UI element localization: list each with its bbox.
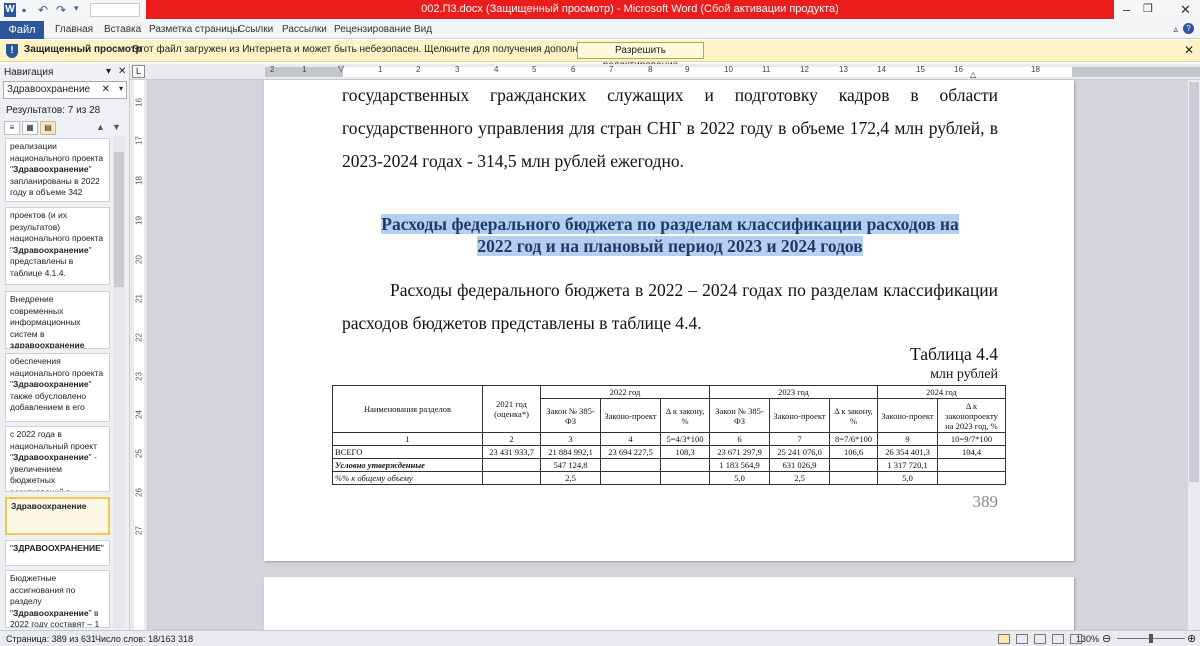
tab-view[interactable]: Вид (414, 21, 432, 39)
customize-qa-icon[interactable]: ▾ (74, 3, 79, 14)
table-header: Δ к закону, % (829, 398, 878, 433)
protected-title: Защищенный просмотр (24, 44, 142, 55)
window-title: 002.П3.docx (Защищенный просмотр) - Micr… (146, 0, 1114, 19)
help-icon[interactable]: ? (1183, 23, 1194, 34)
qa-field[interactable] (90, 3, 140, 17)
first-line-indent-marker[interactable]: ▽ (338, 64, 344, 73)
restore-icon[interactable]: ❐ (1143, 2, 1153, 15)
table-header: Закон № 385-ФЗ (540, 398, 601, 433)
nav-scrollbar[interactable] (113, 136, 125, 628)
next-result-icon[interactable]: ▼ (112, 122, 121, 132)
result-card[interactable]: Бюджетные ассигнования по разделу "Здрав… (5, 570, 110, 628)
table-header: Δ к закону, % (660, 398, 710, 433)
table-header: 2021 год (оценка*) (482, 385, 541, 433)
nav-header: Навигация (4, 67, 54, 78)
word-count[interactable]: Число слов: 18/163 318 (95, 634, 193, 644)
pages-view-icon[interactable]: ▦ (22, 121, 38, 135)
web-layout-icon[interactable] (1034, 634, 1046, 644)
table-header: 2024 год (877, 385, 1006, 399)
table-header: 2022 год (540, 385, 710, 399)
document-area[interactable]: государственных гражданских служащих и п… (148, 80, 1188, 637)
tab-insert[interactable]: Вставка (104, 21, 141, 39)
headings-view-icon[interactable]: ≡ (4, 121, 20, 135)
paragraph[interactable]: государственных гражданских служащих и п… (342, 79, 998, 178)
collapse-ribbon-icon[interactable]: ▵ (1173, 24, 1178, 35)
page-counter[interactable]: Страница: 389 из 631 (6, 634, 96, 644)
table-header: Закон № 385-ФЗ (709, 398, 770, 433)
close-icon[interactable]: ✕ (1184, 43, 1194, 57)
minimize-icon[interactable]: – (1123, 2, 1130, 17)
document-scrollbar[interactable] (1188, 80, 1200, 630)
zoom-in-icon[interactable]: ⊕ (1187, 632, 1196, 645)
budget-table[interactable]: Наименования разделов 2021 год (оценка*)… (332, 385, 1006, 485)
table-header: Законо-проект (769, 398, 830, 433)
table-header: Законо-проект (600, 398, 661, 433)
outline-view-icon[interactable] (1052, 634, 1064, 644)
search-dropdown-icon[interactable]: ▾ (119, 84, 123, 93)
section-heading[interactable]: Расходы федерального бюджета по разделам… (342, 213, 998, 257)
result-card-selected[interactable]: Здравоохранение (5, 497, 110, 535)
table-header: Наименования разделов (332, 385, 483, 433)
nav-menu-icon[interactable]: ▾ (106, 66, 111, 77)
table-index-row: 1 2 3 4 5=4/3*100 6 7 8=7/6*100 9 10=9/7*100 (332, 432, 1006, 446)
table-caption: Таблица 4.4 (910, 344, 998, 364)
tab-review[interactable]: Рецензирование (334, 21, 411, 39)
undo-icon[interactable]: ↶ (38, 3, 48, 17)
result-card[interactable]: реализации национального проекта "Здраво… (5, 138, 110, 202)
result-card[interactable]: "ЗДРАВООХРАНЕНИЕ" (5, 540, 110, 566)
full-screen-reading-icon[interactable] (1016, 634, 1028, 644)
result-card[interactable]: обеспечения национального проекта "Здрав… (5, 353, 110, 422)
print-layout-icon[interactable] (998, 634, 1010, 644)
vertical-ruler[interactable]: 16 17 18 19 20 21 22 23 24 25 26 27 (130, 80, 148, 630)
table-header: Δ к законопроекту на 2023 год, % (937, 398, 1006, 433)
protected-view-bar: ! Защищенный просмотр Этот файл загружен… (0, 40, 1200, 71)
zoom-level[interactable]: 130% (1076, 634, 1099, 644)
page-number: 389 (972, 492, 999, 511)
nav-view-tabs: ≡ ▦ ▤ (4, 119, 58, 137)
ribbon-tabs: Файл Главная Вставка Разметка страницы С… (0, 21, 1200, 39)
tab-references[interactable]: Ссылки (238, 21, 273, 39)
result-card[interactable]: проектов (и их результатов) национальног… (5, 207, 110, 285)
right-indent-marker[interactable]: △ (970, 70, 976, 79)
tab-page-layout[interactable]: Разметка страницы (149, 21, 240, 39)
nav-scroll-thumb[interactable] (114, 152, 124, 287)
tab-home[interactable]: Главная (55, 21, 93, 39)
table-header: Законо-проект (877, 398, 938, 433)
shield-icon: ! (6, 44, 18, 58)
document-page-next[interactable] (264, 577, 1074, 637)
tab-mailings[interactable]: Рассылки (282, 21, 327, 39)
table-header: 2023 год (709, 385, 878, 399)
document-scroll-thumb[interactable] (1189, 82, 1199, 482)
zoom-slider-thumb[interactable] (1149, 634, 1153, 643)
result-card[interactable]: Внедрение современных информационных сис… (5, 291, 110, 349)
word-icon[interactable]: W (4, 3, 16, 17)
search-results-count: Результатов: 7 из 28 (6, 105, 101, 116)
table-row: ВСЕГО 23 431 933,7 21 884 992,1 23 694 227,… (332, 445, 1006, 459)
enable-editing-button[interactable]: Разрешить редактирование (577, 42, 704, 71)
tab-stop-selector-icon[interactable]: L (132, 65, 145, 78)
zoom-out-icon[interactable]: ⊖ (1102, 632, 1111, 645)
tab-file[interactable]: Файл (0, 21, 44, 39)
result-card[interactable]: с 2022 года в национальный проект "Здрав… (5, 426, 110, 492)
table-row: %% к общему объему 2,5 5,0 2,5 5,0 (332, 471, 1006, 485)
status-bar: Страница: 389 из 631 Число слов: 18/163 … (0, 630, 1200, 646)
redo-icon[interactable]: ↷ (56, 3, 66, 17)
table-unit: млн рублей (930, 367, 998, 382)
title-bar: W ▪ ↶ ↷ ▾ 002.П3.docx (Защищенный просмо… (0, 0, 1200, 21)
clear-search-icon[interactable]: ✕ (102, 84, 110, 95)
navigation-pane: Навигация ▾ ✕ Здравоохранение ✕ ▾ Резуль… (0, 64, 130, 630)
nav-search-value: Здравоохранение (7, 84, 91, 95)
nav-search-input[interactable]: Здравоохранение ✕ ▾ (3, 81, 127, 99)
close-icon[interactable]: ✕ (1180, 2, 1191, 18)
results-view-icon[interactable]: ▤ (40, 121, 56, 135)
table-row: Условно утвержденные 547 124,8 1 183 564,9… (332, 458, 1006, 472)
prev-result-icon[interactable]: ▲ (96, 122, 105, 132)
document-page[interactable]: государственных гражданских служащих и п… (264, 80, 1074, 561)
nav-close-icon[interactable]: ✕ (118, 66, 126, 77)
horizontal-ruler[interactable]: L 2 1 1 2 3 4 5 6 7 8 9 10 11 12 13 14 1… (130, 64, 1200, 80)
paragraph[interactable]: Расходы федерального бюджета в 2022 – 20… (342, 274, 998, 340)
save-icon[interactable]: ▪ (22, 3, 26, 17)
